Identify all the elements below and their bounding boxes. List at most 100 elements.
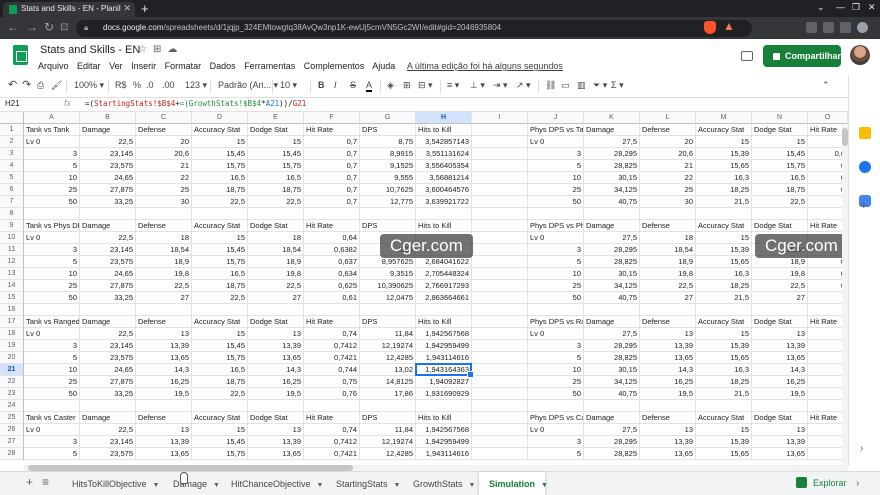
cell-j22[interactable]: 25 — [528, 376, 584, 388]
cell-c3[interactable]: 20,6 — [136, 148, 192, 160]
cell-a23[interactable]: 50 — [24, 388, 80, 400]
cell-g8[interactable] — [360, 208, 416, 220]
cell-g14[interactable]: 10,390625 — [360, 280, 416, 292]
cell-n25[interactable]: Dodge Stat — [752, 412, 808, 424]
undo-icon[interactable]: ↶ — [8, 78, 17, 91]
cell-g18[interactable]: 11,84 — [360, 328, 416, 340]
cell-i9[interactable] — [472, 220, 528, 232]
cell-m7[interactable]: 21,5 — [696, 196, 752, 208]
cell-f28[interactable]: 0,7421 — [304, 448, 360, 460]
browser-tab[interactable]: Stats and Skills - EN - Planilhas Go ✕ — [3, 2, 135, 17]
cell-i3[interactable] — [472, 148, 528, 160]
cell-n1[interactable]: Dodge Stat — [752, 124, 808, 136]
cell-j8[interactable] — [528, 208, 584, 220]
cell-i19[interactable] — [472, 340, 528, 352]
row-header[interactable]: 14 — [0, 280, 24, 292]
tab-hitchanceobjective[interactable]: HitChanceObjective ▼ — [221, 472, 327, 495]
chevron-down-icon[interactable]: ⌄ — [817, 2, 825, 13]
cell-f17[interactable]: Hit Rate — [304, 316, 360, 328]
text-color-button[interactable]: A — [366, 80, 373, 92]
cell-k15[interactable]: 40,75 — [584, 292, 640, 304]
cell-h9[interactable]: Hits to Kill — [416, 220, 472, 232]
cell-h1[interactable]: Hits to Kill — [416, 124, 472, 136]
cell-e9[interactable]: Dodge Stat — [248, 220, 304, 232]
cell-e24[interactable] — [248, 400, 304, 412]
row-header[interactable]: 21 — [0, 364, 24, 376]
cell-j4[interactable]: 5 — [528, 160, 584, 172]
cell-l20[interactable]: 13,65 — [640, 352, 696, 364]
cell-c27[interactable]: 13,39 — [136, 436, 192, 448]
cell-i8[interactable] — [472, 208, 528, 220]
row-header[interactable]: 26 — [0, 424, 24, 436]
cell-h26[interactable]: 1,942567568 — [416, 424, 472, 436]
cell-b7[interactable]: 33,25 — [80, 196, 136, 208]
strikethrough-button[interactable]: S — [350, 80, 356, 90]
cell-l26[interactable]: 13 — [640, 424, 696, 436]
cell-e7[interactable]: 22,5 — [248, 196, 304, 208]
new-tab-icon[interactable]: + — [141, 0, 149, 17]
row-header[interactable]: 13 — [0, 268, 24, 280]
cell-d13[interactable]: 16,5 — [192, 268, 248, 280]
cell-k22[interactable]: 34,125 — [584, 376, 640, 388]
cell-j26[interactable]: Lv 0 — [528, 424, 584, 436]
cell-c8[interactable] — [136, 208, 192, 220]
cell-l24[interactable] — [640, 400, 696, 412]
cell-g2[interactable]: 8,75 — [360, 136, 416, 148]
cell-k28[interactable]: 28,825 — [584, 448, 640, 460]
cell-a18[interactable]: Lv 0 — [24, 328, 80, 340]
menu-arquivo[interactable]: Arquivo — [38, 61, 69, 71]
row-header[interactable]: 17 — [0, 316, 24, 328]
tasks-icon[interactable] — [859, 161, 871, 173]
cell-h13[interactable]: 2,705448324 — [416, 268, 472, 280]
cell-n7[interactable]: 22,5 — [752, 196, 808, 208]
cell-i11[interactable] — [472, 244, 528, 256]
cell-k4[interactable]: 28,825 — [584, 160, 640, 172]
cell-l17[interactable]: Defense — [640, 316, 696, 328]
cell-c20[interactable]: 13,65 — [136, 352, 192, 364]
cell-l5[interactable]: 22 — [640, 172, 696, 184]
profile-icon[interactable] — [857, 22, 868, 33]
row-header[interactable]: 16 — [0, 304, 24, 316]
tab-damage[interactable]: Damage ▼ — [163, 472, 221, 495]
cell-d11[interactable]: 15,45 — [192, 244, 248, 256]
cell-l19[interactable]: 13,39 — [640, 340, 696, 352]
cell-c15[interactable]: 27 — [136, 292, 192, 304]
row-header[interactable]: 1 — [0, 124, 24, 136]
cell-i12[interactable] — [472, 256, 528, 268]
cell-c2[interactable]: 20 — [136, 136, 192, 148]
move-folder-icon[interactable]: ⊞ — [153, 44, 167, 55]
cell-m19[interactable]: 15,39 — [696, 340, 752, 352]
cell-i10[interactable] — [472, 232, 528, 244]
cell-l25[interactable]: Defense — [640, 412, 696, 424]
cell-b10[interactable]: 22,5 — [80, 232, 136, 244]
cell-i5[interactable] — [472, 172, 528, 184]
row-header[interactable]: 19 — [0, 340, 24, 352]
menu-formatar[interactable]: Formatar — [165, 61, 202, 71]
cell-e20[interactable]: 13,65 — [248, 352, 304, 364]
cell-j15[interactable]: 50 — [528, 292, 584, 304]
column-header-c[interactable]: C — [136, 112, 192, 124]
cell-d18[interactable]: 15 — [192, 328, 248, 340]
cell-a16[interactable] — [24, 304, 80, 316]
menu-dados[interactable]: Dados — [210, 61, 236, 71]
cell-c6[interactable]: 25 — [136, 184, 192, 196]
column-header-g[interactable]: G — [360, 112, 416, 124]
cell-k26[interactable]: 27,5 — [584, 424, 640, 436]
menu-ver[interactable]: Ver — [109, 61, 123, 71]
cell-m26[interactable]: 15 — [696, 424, 752, 436]
cell-n8[interactable] — [752, 208, 808, 220]
row-header[interactable]: 2 — [0, 136, 24, 148]
cell-f4[interactable]: 0,7 — [304, 160, 360, 172]
cell-d14[interactable]: 18,75 — [192, 280, 248, 292]
cell-e28[interactable]: 13,65 — [248, 448, 304, 460]
cell-c1[interactable]: Defense — [136, 124, 192, 136]
row-header[interactable]: 9 — [0, 220, 24, 232]
cell-m14[interactable]: 18,25 — [696, 280, 752, 292]
menu-editar[interactable]: Editar — [77, 61, 101, 71]
cell-j14[interactable]: 25 — [528, 280, 584, 292]
cell-f23[interactable]: 0,76 — [304, 388, 360, 400]
cell-a4[interactable]: 5 — [24, 160, 80, 172]
cell-k20[interactable]: 28,825 — [584, 352, 640, 364]
cell-h20[interactable]: 1,943114616 — [416, 352, 472, 364]
cell-j7[interactable]: 50 — [528, 196, 584, 208]
